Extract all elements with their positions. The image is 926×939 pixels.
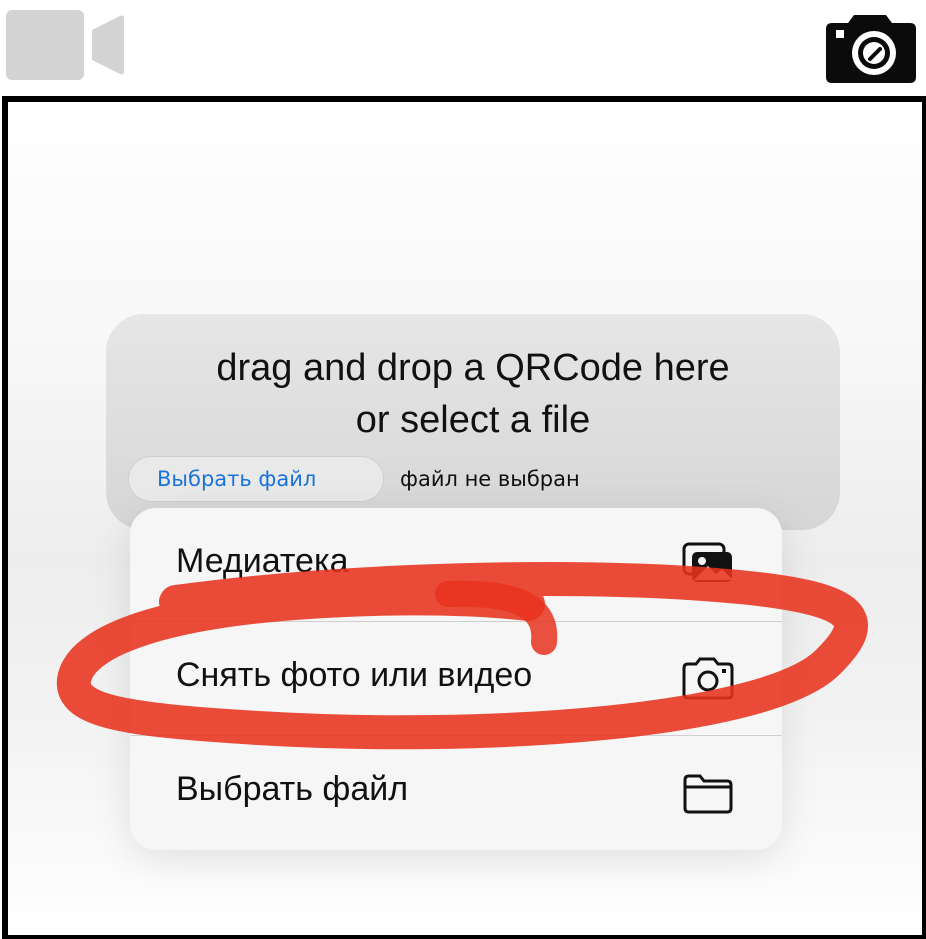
menu-item-choose-file[interactable]: Выбрать файл <box>130 736 782 849</box>
choose-file-button[interactable]: Выбрать файл <box>128 456 384 502</box>
menu-item-photo-library[interactable]: Медиатека <box>130 508 782 621</box>
folder-icon <box>680 770 736 814</box>
dropzone-text: drag and drop a QRCode here or select a … <box>106 342 840 446</box>
photo-library-icon <box>680 542 736 586</box>
menu-item-take-photo-video[interactable]: Снять фото или видео <box>130 622 782 735</box>
video-camera-icon[interactable] <box>6 10 124 80</box>
qr-dropzone[interactable]: drag and drop a QRCode here or select a … <box>106 314 840 530</box>
file-status-text: файл не выбран <box>400 467 580 491</box>
page: drag and drop a QRCode here or select a … <box>0 0 926 939</box>
camera-icon <box>680 656 736 700</box>
menu-item-label: Снять фото или видео <box>176 656 533 694</box>
dropzone-line-2: or select a file <box>355 399 591 441</box>
camera-icon[interactable] <box>822 13 918 85</box>
file-source-menu: Медиатека Снять фото или видео Выбрать ф… <box>130 508 782 850</box>
menu-item-label: Выбрать файл <box>176 770 409 808</box>
menu-item-label: Медиатека <box>176 542 349 580</box>
dropzone-line-1: drag and drop a QRCode here <box>216 347 730 389</box>
screenshot-frame: drag and drop a QRCode here or select a … <box>2 96 926 939</box>
